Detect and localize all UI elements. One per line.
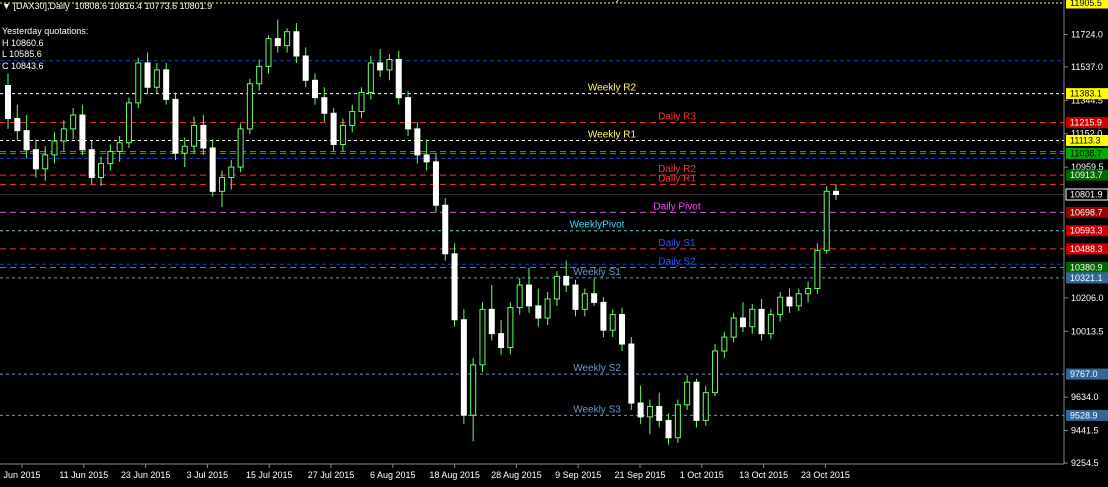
candle-76 bbox=[712, 344, 719, 397]
candle-18 bbox=[172, 92, 179, 161]
svg-text:10488.3: 10488.3 bbox=[1070, 244, 1103, 254]
level-label-daily-r3: Daily R3 bbox=[658, 112, 696, 123]
y-tick-label-1: 11537.0 bbox=[1071, 62, 1103, 72]
svg-text:10321.1: 10321.1 bbox=[1070, 273, 1103, 283]
level-label-weeklypivot: WeeklyPivot bbox=[570, 220, 625, 231]
y-tick-label-9: 9254.5 bbox=[1071, 458, 1099, 468]
candle-54 bbox=[507, 302, 514, 355]
y-tick-label-7: 9634.0 bbox=[1071, 392, 1099, 402]
candle-72 bbox=[674, 399, 681, 443]
svg-text:11038.7: 11038.7 bbox=[1070, 148, 1102, 158]
candle-35 bbox=[330, 108, 337, 152]
svg-text:11383.1: 11383.1 bbox=[1070, 89, 1102, 99]
level-label-weekly-r2: Weekly R2 bbox=[588, 83, 637, 94]
current-price-badge: 10801.9 bbox=[1065, 188, 1108, 201]
price-badge-0: 11905.5 bbox=[1066, 0, 1108, 9]
level-label-daily-r1: Daily R1 bbox=[658, 173, 696, 184]
x-tick-label-11: 1 Oct 2015 bbox=[680, 470, 724, 480]
y-tick-label-6: 10013.5 bbox=[1071, 326, 1104, 336]
svg-text:9767.0: 9767.0 bbox=[1070, 369, 1098, 379]
price-badge-7: 10593.3 bbox=[1066, 225, 1108, 237]
svg-text:9528.9: 9528.9 bbox=[1070, 410, 1098, 420]
x-tick-label-3: 3 Jul 2015 bbox=[187, 470, 229, 480]
candle-49 bbox=[460, 309, 467, 424]
price-badge-10: 10321.1 bbox=[1066, 272, 1108, 284]
x-tick-label-5: 27 Jul 2015 bbox=[308, 470, 355, 480]
candle-67 bbox=[628, 337, 635, 410]
yesterday-quotations: Yesterday quotations: H 10860.6 L 10585.… bbox=[2, 26, 88, 72]
x-tick-label-10: 21 Sep 2015 bbox=[614, 470, 665, 480]
x-tick-label-4: 15 Jul 2015 bbox=[246, 470, 293, 480]
quote-low: L 10585.6 bbox=[2, 49, 42, 59]
x-tick-label-9: 9 Sep 2015 bbox=[555, 470, 601, 480]
candle-39 bbox=[367, 56, 374, 100]
price-badge-2: 11113.3 bbox=[1066, 134, 1108, 146]
price-badge-11: 9767.0 bbox=[1066, 368, 1108, 380]
candle-51 bbox=[479, 302, 486, 372]
x-tick-label-12: 13 Oct 2015 bbox=[739, 470, 788, 480]
chart-area[interactable]: Weekly R3 Weekly R2 Weekly R1 Daily R3 Daily… bbox=[0, 0, 1108, 482]
y-tick-label-0: 11724.0 bbox=[1071, 29, 1103, 39]
svg-text:10801.9: 10801.9 bbox=[1070, 189, 1103, 199]
x-tick-label-13: 23 Oct 2015 bbox=[801, 470, 850, 480]
candle-46 bbox=[432, 153, 439, 213]
candle-14 bbox=[135, 57, 142, 109]
price-chart[interactable]: Weekly R3 Weekly R2 Weekly R1 Daily R3 Daily… bbox=[0, 0, 1108, 482]
level-label-weekly-s3: Weekly S3 bbox=[573, 404, 621, 415]
svg-text:11905.5: 11905.5 bbox=[1070, 0, 1102, 8]
y-tick-label-5: 10206.0 bbox=[1071, 293, 1104, 303]
x-tick-label-1: 11 Jun 2015 bbox=[59, 470, 108, 480]
candle-25 bbox=[237, 123, 244, 173]
level-label-daily-s1: Daily S1 bbox=[658, 238, 696, 249]
candle-43 bbox=[405, 90, 412, 136]
svg-text:10593.3: 10593.3 bbox=[1070, 226, 1103, 236]
candle-48 bbox=[451, 243, 458, 327]
quotations-title: Yesterday quotations: bbox=[2, 26, 89, 36]
svg-text:10698.7: 10698.7 bbox=[1070, 207, 1103, 217]
svg-text:10380.9: 10380.9 bbox=[1070, 263, 1103, 273]
svg-text:11215.9: 11215.9 bbox=[1070, 118, 1102, 128]
chart-symbol: [DAX30],Daily bbox=[13, 1, 70, 11]
level-label-weekly-r3: Weekly R3 bbox=[588, 0, 637, 3]
y-tick-label-8: 9441.5 bbox=[1071, 426, 1099, 436]
level-label-daily-s2: Daily S2 bbox=[658, 257, 696, 268]
candle-74 bbox=[693, 378, 700, 428]
x-tick-label-6: 6 Aug 2015 bbox=[370, 470, 416, 480]
x-tick-label-2: 23 Jun 2015 bbox=[121, 470, 171, 480]
candle-66 bbox=[619, 307, 626, 351]
price-badge-9: 10380.9 bbox=[1066, 262, 1108, 274]
level-label-weekly-s1: Weekly S1 bbox=[573, 267, 621, 278]
candle-13 bbox=[125, 97, 132, 148]
svg-text:11113.3: 11113.3 bbox=[1070, 135, 1101, 145]
candle-22 bbox=[209, 139, 216, 197]
candle-26 bbox=[246, 78, 253, 135]
chart-header: ▼ [DAX30],Daily 10808.6 10816.4 10773.6 … bbox=[2, 1, 212, 12]
quote-close: C 10843.6 bbox=[2, 60, 44, 71]
candle-88 bbox=[823, 186, 830, 254]
chart-ohlc: 10808.6 10816.4 10773.6 10801.9 bbox=[74, 1, 213, 11]
level-label-weekly-r1: Weekly R1 bbox=[588, 129, 637, 140]
x-tick-label-0: Jun 2015 bbox=[3, 470, 40, 480]
level-label-weekly-s2: Weekly S2 bbox=[573, 363, 621, 374]
price-badge-1: 11383.1 bbox=[1066, 88, 1108, 100]
quote-high: H 10860.6 bbox=[2, 37, 44, 48]
level-label-daily-pivot: Daily Pivot bbox=[653, 201, 700, 212]
price-badge-13: 11038.7 bbox=[1066, 147, 1108, 159]
price-badge-8: 10488.3 bbox=[1066, 243, 1108, 255]
candle-47 bbox=[442, 198, 449, 261]
svg-text:10913.7: 10913.7 bbox=[1070, 170, 1103, 180]
price-badge-4: 10913.7 bbox=[1066, 169, 1108, 181]
price-badge-6: 10698.7 bbox=[1066, 206, 1108, 218]
menu-dropdown-icon[interactable]: ▼ bbox=[2, 1, 11, 11]
x-tick-label-8: 28 Aug 2015 bbox=[491, 470, 542, 480]
price-badge-12: 9528.9 bbox=[1066, 409, 1108, 421]
candle-87 bbox=[814, 243, 821, 294]
price-badge-3: 11215.9 bbox=[1066, 117, 1108, 129]
x-tick-label-7: 18 Aug 2015 bbox=[429, 470, 480, 480]
